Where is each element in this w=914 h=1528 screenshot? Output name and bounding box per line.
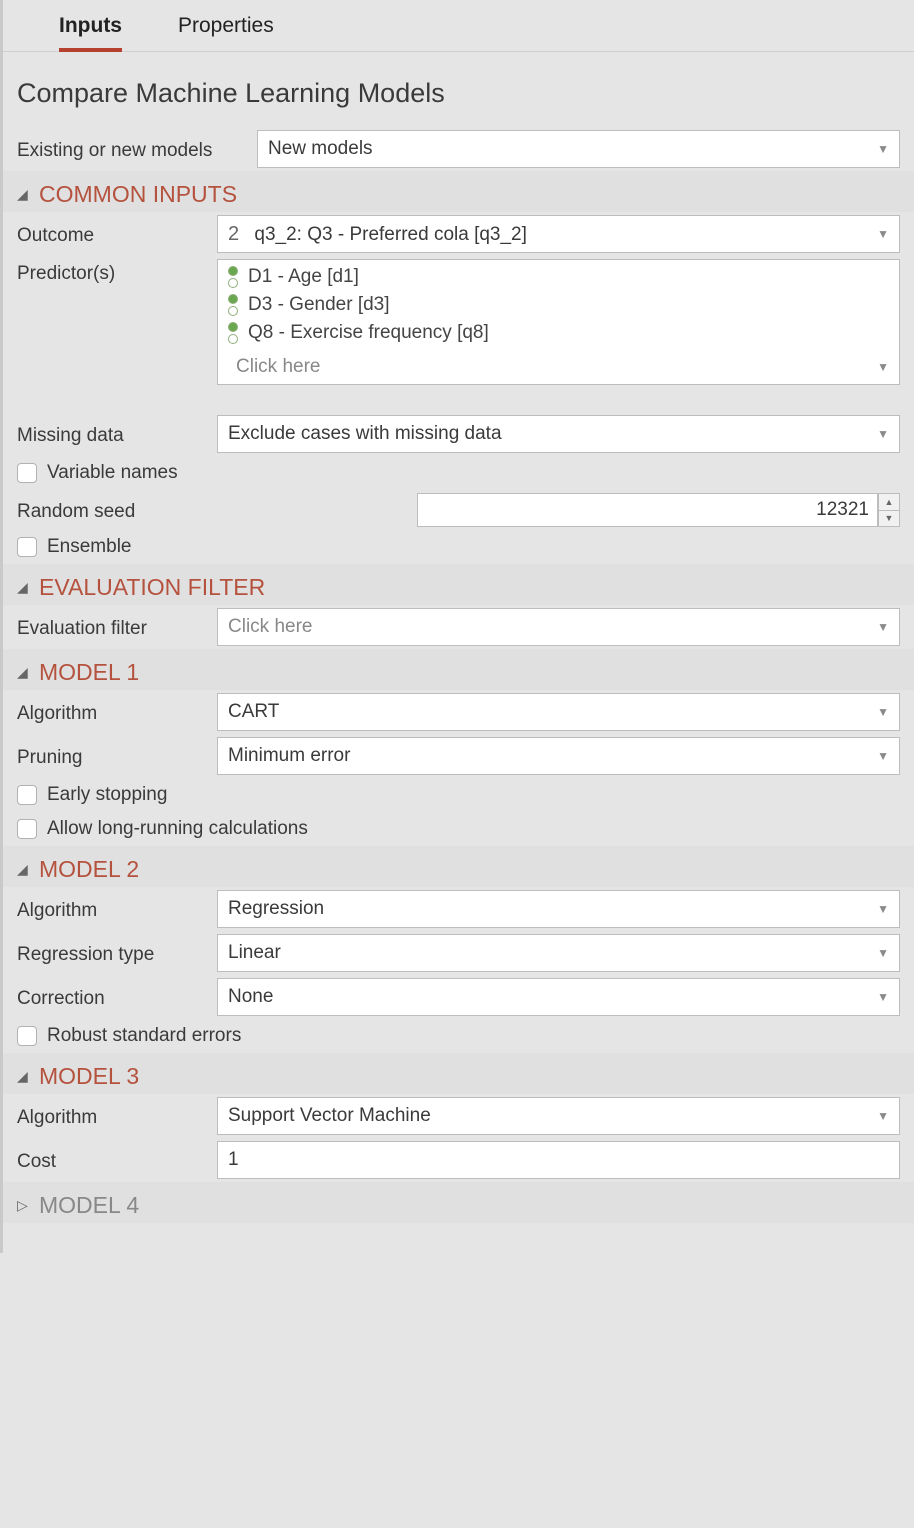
chevron-down-icon: ▼ [877, 227, 889, 241]
chevron-down-icon: ▼ [877, 427, 889, 441]
models-mode-label: Existing or new models [17, 136, 249, 162]
m3-algorithm-select[interactable]: Support Vector Machine ▼ [217, 1097, 900, 1135]
section-model-4[interactable]: ▷ MODEL 4 [3, 1182, 914, 1223]
tab-properties[interactable]: Properties [178, 8, 274, 51]
variable-icon [224, 322, 238, 344]
outcome-label: Outcome [17, 221, 209, 247]
evaluation-filter-placeholder: Click here [228, 616, 869, 638]
section-evaluation-filter-label: EVALUATION FILTER [39, 574, 265, 601]
section-model-1[interactable]: ◢ MODEL 1 [3, 649, 914, 690]
chevron-down-icon: ▼ [877, 360, 889, 374]
chevron-down-icon: ▼ [877, 620, 889, 634]
predictor-item-label: Q8 - Exercise frequency [q8] [248, 322, 489, 344]
m1-allow-long-label: Allow long-running calculations [47, 818, 308, 840]
page-title: Compare Machine Learning Models [3, 52, 914, 127]
m2-correction-label: Correction [17, 984, 209, 1010]
m1-pruning-label: Pruning [17, 743, 209, 769]
chevron-down-icon: ▼ [877, 1109, 889, 1123]
missing-data-select[interactable]: Exclude cases with missing data ▼ [217, 415, 900, 453]
caret-down-icon: ◢ [17, 186, 33, 203]
section-model-2-label: MODEL 2 [39, 856, 139, 883]
m1-algorithm-select[interactable]: CART ▼ [217, 693, 900, 731]
variable-names-checkbox[interactable] [17, 463, 37, 483]
predictors-add[interactable]: Click here ▼ [224, 350, 889, 378]
m3-algorithm-value: Support Vector Machine [228, 1105, 869, 1127]
m2-regression-type-select[interactable]: Linear ▼ [217, 934, 900, 972]
caret-down-icon: ◢ [17, 1068, 33, 1085]
m1-early-stopping-checkbox[interactable] [17, 785, 37, 805]
section-common-inputs[interactable]: ◢ COMMON INPUTS [3, 171, 914, 212]
m2-algorithm-value: Regression [228, 898, 869, 920]
section-model-1-label: MODEL 1 [39, 659, 139, 686]
outcome-value: q3_2: Q3 - Preferred cola [q3_2] [254, 224, 527, 245]
section-model-3[interactable]: ◢ MODEL 3 [3, 1053, 914, 1094]
ensemble-label: Ensemble [47, 536, 132, 558]
evaluation-filter-label: Evaluation filter [17, 614, 209, 640]
predictor-item-label: D1 - Age [d1] [248, 266, 359, 288]
m2-algorithm-label: Algorithm [17, 896, 209, 922]
m1-pruning-value: Minimum error [228, 745, 869, 767]
random-seed-label: Random seed [17, 497, 409, 523]
caret-down-icon: ◢ [17, 861, 33, 878]
caret-down-icon: ◢ [17, 579, 33, 596]
random-seed-input[interactable] [417, 493, 878, 527]
missing-data-value: Exclude cases with missing data [228, 423, 869, 445]
predictor-item[interactable]: D3 - Gender [d3] [224, 294, 889, 316]
m1-algorithm-label: Algorithm [17, 699, 209, 725]
section-common-inputs-label: COMMON INPUTS [39, 181, 237, 208]
m2-regression-type-value: Linear [228, 942, 869, 964]
variable-names-label: Variable names [47, 462, 178, 484]
m3-algorithm-label: Algorithm [17, 1103, 209, 1129]
section-model-2[interactable]: ◢ MODEL 2 [3, 846, 914, 887]
m1-early-stopping-label: Early stopping [47, 784, 167, 806]
seed-increase-button[interactable]: ▲ [878, 493, 900, 510]
missing-data-label: Missing data [17, 421, 209, 447]
m3-cost-input[interactable] [217, 1141, 900, 1179]
predictor-item-label: D3 - Gender [d3] [248, 294, 390, 316]
chevron-down-icon: ▼ [877, 946, 889, 960]
m1-pruning-select[interactable]: Minimum error ▼ [217, 737, 900, 775]
section-evaluation-filter[interactable]: ◢ EVALUATION FILTER [3, 564, 914, 605]
variable-icon [224, 266, 238, 288]
models-mode-value: New models [268, 138, 869, 160]
chevron-down-icon: ▼ [877, 990, 889, 1004]
m2-correction-value: None [228, 986, 869, 1008]
section-model-3-label: MODEL 3 [39, 1063, 139, 1090]
outcome-value-wrap: 2 q3_2: Q3 - Preferred cola [q3_2] [228, 223, 869, 246]
chevron-down-icon: ▼ [877, 705, 889, 719]
predictor-item[interactable]: Q8 - Exercise frequency [q8] [224, 322, 889, 344]
ensemble-checkbox[interactable] [17, 537, 37, 557]
predictor-item[interactable]: D1 - Age [d1] [224, 266, 889, 288]
evaluation-filter-select[interactable]: Click here ▼ [217, 608, 900, 646]
m1-allow-long-checkbox[interactable] [17, 819, 37, 839]
m2-regression-type-label: Regression type [17, 940, 209, 966]
caret-down-icon: ◢ [17, 664, 33, 681]
models-mode-select[interactable]: New models ▼ [257, 130, 900, 168]
chevron-down-icon: ▼ [877, 902, 889, 916]
tab-inputs[interactable]: Inputs [59, 8, 122, 52]
predictors-placeholder: Click here [236, 356, 320, 378]
outcome-prefix-icon: 2 [228, 223, 239, 245]
caret-right-icon: ▷ [17, 1197, 33, 1214]
variable-icon [224, 294, 238, 316]
predictors-label: Predictor(s) [17, 259, 209, 285]
random-seed-stepper: ▲ ▼ [417, 493, 900, 527]
section-model-4-label: MODEL 4 [39, 1192, 139, 1219]
m2-correction-select[interactable]: None ▼ [217, 978, 900, 1016]
predictors-box[interactable]: D1 - Age [d1] D3 - Gender [d3] Q8 - Exer… [217, 259, 900, 385]
tab-bar: Inputs Properties [3, 0, 914, 52]
m2-algorithm-select[interactable]: Regression ▼ [217, 890, 900, 928]
chevron-down-icon: ▼ [877, 142, 889, 156]
outcome-select[interactable]: 2 q3_2: Q3 - Preferred cola [q3_2] ▼ [217, 215, 900, 253]
seed-decrease-button[interactable]: ▼ [878, 510, 900, 528]
m1-algorithm-value: CART [228, 701, 869, 723]
inputs-panel: Inputs Properties Compare Machine Learni… [0, 0, 914, 1253]
m2-robust-label: Robust standard errors [47, 1025, 241, 1047]
chevron-down-icon: ▼ [877, 749, 889, 763]
m2-robust-checkbox[interactable] [17, 1026, 37, 1046]
m3-cost-label: Cost [17, 1147, 209, 1173]
